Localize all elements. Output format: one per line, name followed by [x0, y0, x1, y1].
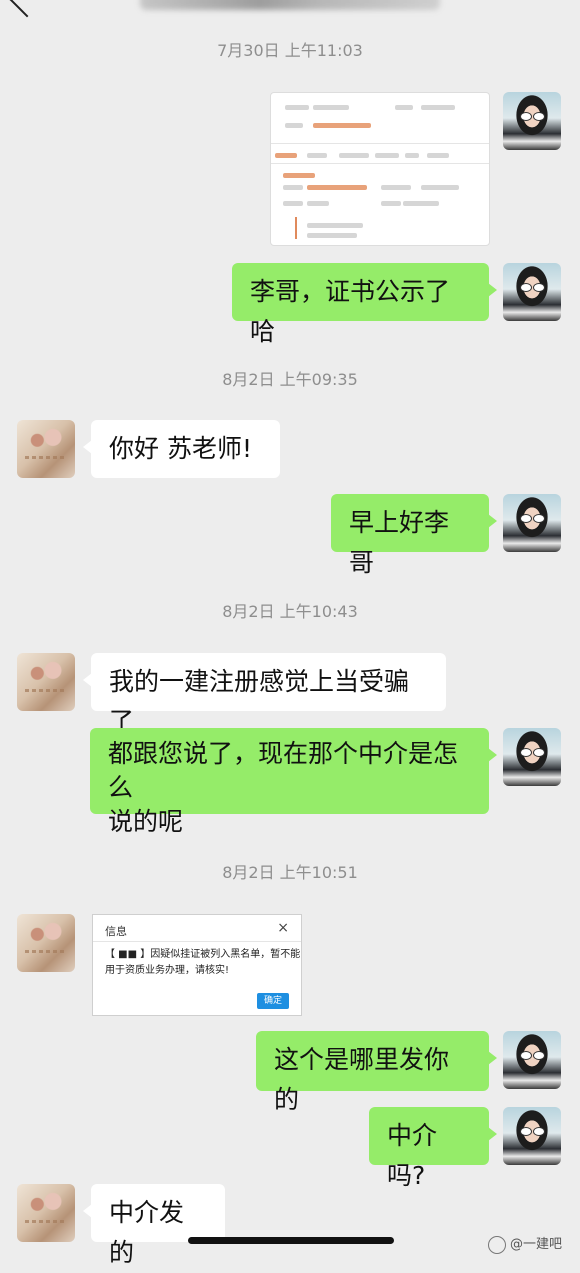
chat-title-obscured	[140, 0, 440, 10]
message-text: 你好 苏老师!	[109, 434, 252, 463]
home-indicator[interactable]	[188, 1237, 394, 1244]
avatar[interactable]	[17, 914, 75, 972]
close-icon: ×	[277, 920, 289, 936]
watermark-logo-icon	[488, 1235, 506, 1254]
message-text: 这个是哪里发你的	[274, 1045, 450, 1114]
message-bubble-received[interactable]: 中介发的	[83, 1184, 225, 1267]
message-bubble-received[interactable]: 你好 苏老师!	[83, 420, 280, 478]
dialog-ok-button: 确定	[257, 993, 289, 1009]
avatar[interactable]	[503, 494, 561, 552]
timestamp: 8月2日 上午10:51	[222, 863, 358, 882]
avatar[interactable]	[503, 1107, 561, 1165]
message-text: 早上好李哥	[349, 508, 450, 577]
message-bubble-sent[interactable]: 中介吗?	[369, 1107, 497, 1190]
dialog-screenshot-image[interactable]: 信息 × 【 ■■ 】因疑似挂证被列入黑名单，暂不能用于资质业务办理，请核实! …	[92, 914, 302, 1016]
avatar[interactable]	[17, 1184, 75, 1242]
avatar[interactable]	[17, 420, 75, 478]
avatar[interactable]	[503, 728, 561, 786]
timestamp: 7月30日 上午11:03	[217, 41, 363, 60]
avatar[interactable]	[503, 263, 561, 321]
divider	[93, 941, 301, 942]
message-bubble-sent[interactable]: 早上好李哥	[331, 494, 497, 577]
dialog-message: 【 ■■ 】因疑似挂证被列入黑名单，暂不能用于资质业务办理，请核实!	[105, 949, 301, 976]
avatar[interactable]	[503, 1031, 561, 1089]
certificate-screenshot-image[interactable]	[270, 92, 490, 246]
watermark: @一建吧	[488, 1233, 562, 1254]
back-arrow-icon[interactable]	[8, 0, 46, 18]
message-text: 李哥，证书公示了哈	[250, 277, 451, 346]
chat-header: ···	[0, 0, 580, 22]
message-bubble-sent[interactable]: 都跟您说了，现在那个中介是怎么 说的呢	[90, 728, 497, 836]
message-bubble-sent[interactable]: 这个是哪里发你的	[256, 1031, 497, 1114]
message-text-line-1: 都跟您说了，现在那个中介是怎么	[108, 739, 459, 802]
message-bubble-received[interactable]: 我的一建注册感觉上当受骗了	[83, 653, 446, 736]
message-bubble-sent[interactable]: 李哥，证书公示了哈	[232, 263, 497, 346]
message-text-line-2: 说的呢	[108, 807, 184, 836]
message-text: 中介吗?	[387, 1121, 438, 1190]
timestamp: 8月2日 上午09:35	[222, 370, 358, 389]
more-options-icon[interactable]: ···	[524, 0, 551, 12]
avatar[interactable]	[503, 92, 561, 150]
timestamp: 8月2日 上午10:43	[222, 602, 358, 621]
message-text: 我的一建注册感觉上当受骗了	[109, 667, 410, 736]
avatar[interactable]	[17, 653, 75, 711]
watermark-text: @一建吧	[510, 1237, 563, 1252]
dialog-title: 信息	[105, 925, 127, 938]
